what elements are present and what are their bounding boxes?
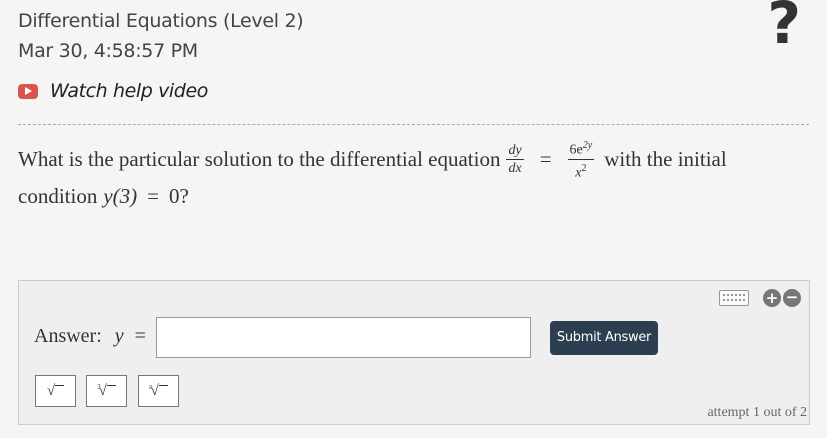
keyboard-icon[interactable] (719, 290, 749, 306)
sqrt-icon: √ (46, 383, 56, 399)
cube-root-button[interactable]: 3√ (86, 375, 127, 407)
condition-lhs: y(3) (103, 184, 138, 209)
watch-help-video-link[interactable]: Watch help video (18, 80, 208, 102)
answer-panel: + − Answer: y = Submit Answer √ 3√ n√ at… (18, 280, 810, 425)
question-text: What is the particular solution to the d… (18, 138, 818, 212)
fraction-dy-dx: dy dx (506, 142, 524, 176)
timestamp: Mar 30, 4:58:57 PM (18, 40, 198, 62)
watch-help-video-label: Watch help video (50, 80, 208, 102)
sqrt-button[interactable]: √ (35, 375, 76, 407)
answer-label-text: Answer: (34, 325, 102, 347)
answer-input[interactable] (156, 317, 531, 358)
fraction-denominator: dx (508, 160, 522, 176)
equals-sign: = (539, 147, 552, 172)
denominator-exponent: 2 (581, 162, 587, 174)
submit-answer-button[interactable]: Submit Answer (550, 321, 658, 355)
root-index: 3 (97, 383, 101, 391)
divider (18, 124, 809, 125)
fraction-numerator: dy (506, 142, 524, 160)
numerator-exponent: 2y (582, 140, 593, 151)
root-index: n (149, 383, 153, 391)
answer-variable: y (114, 325, 124, 347)
answer-label: Answer: y = (34, 325, 146, 348)
condition-equals: = (147, 184, 159, 209)
problem-title: Differential Equations (Level 2) (18, 10, 304, 32)
fraction-numerator: 6e2y (567, 138, 595, 160)
question-text-after: with the initial (604, 147, 727, 172)
youtube-play-icon (18, 83, 38, 99)
condition-rhs: 0? (168, 184, 189, 209)
zoom-out-icon[interactable]: − (783, 289, 801, 307)
answer-equals: = (134, 325, 146, 347)
fraction-denominator: x2 (573, 160, 588, 181)
attempt-counter: attempt 1 out of 2 (707, 405, 807, 420)
fraction-rhs: 6e2y x2 (567, 138, 595, 181)
help-icon[interactable]: ? (767, 0, 801, 52)
numerator-coefficient: 6e (569, 142, 583, 158)
condition-label: condition (18, 184, 98, 209)
zoom-in-icon[interactable]: + (763, 289, 781, 307)
nth-root-button[interactable]: n√ (138, 375, 179, 407)
question-text-before: What is the particular solution to the d… (18, 147, 501, 172)
